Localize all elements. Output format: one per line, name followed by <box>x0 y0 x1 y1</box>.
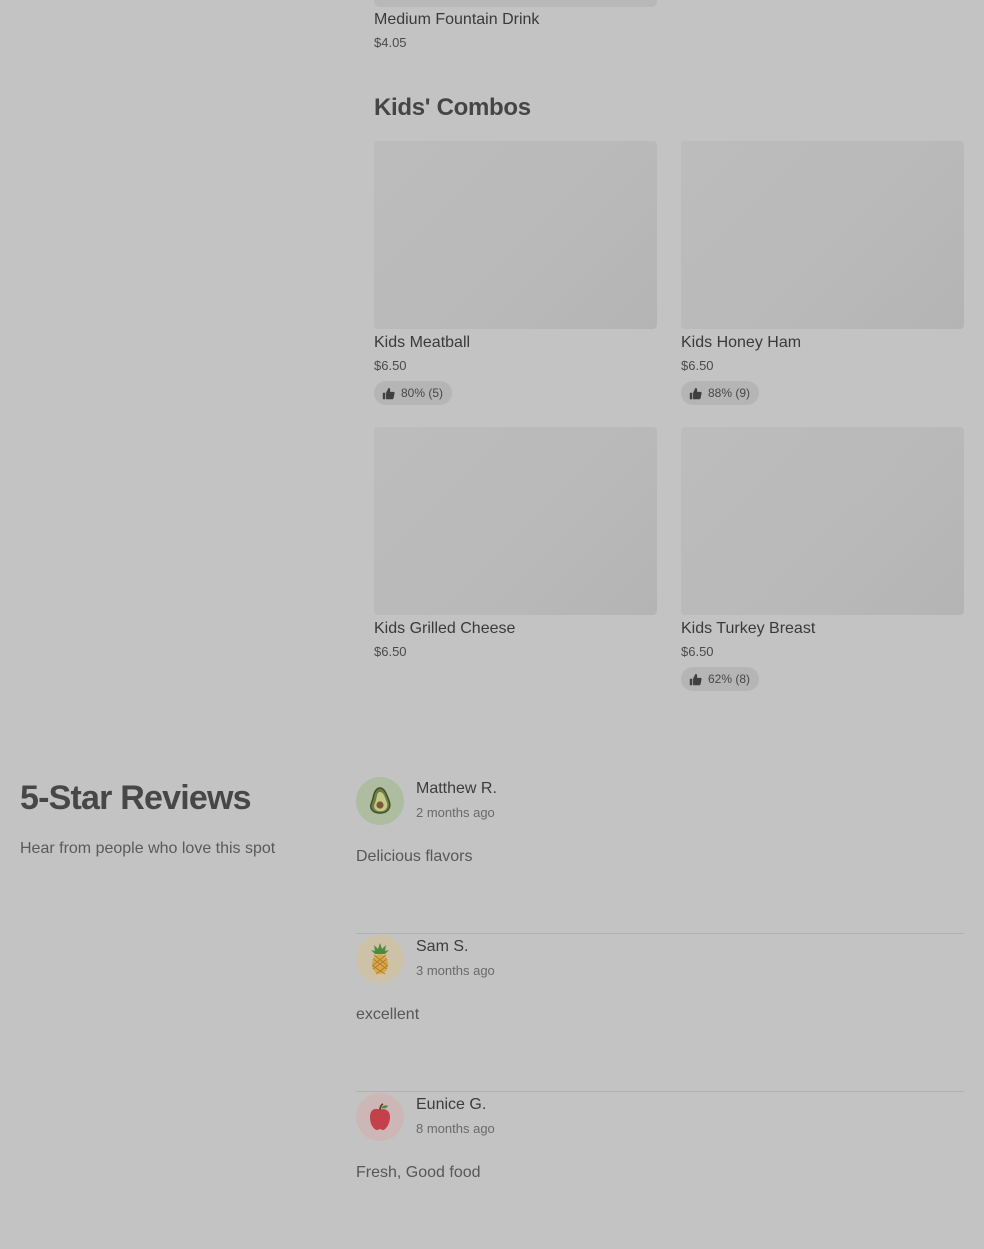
menu-item-price: $6.50 <box>681 358 714 373</box>
avatar <box>356 777 404 825</box>
apple-icon <box>370 1103 390 1130</box>
avatar <box>356 935 404 983</box>
thumbs-up-icon <box>689 673 702 685</box>
avatar <box>356 1093 404 1141</box>
menu-item-name: Kids Meatball <box>374 334 471 351</box>
menu-item-name: Kids Turkey Breast <box>681 620 816 637</box>
rating-text: 88% (9) <box>708 386 751 400</box>
avocado-icon <box>370 787 391 814</box>
review-date: 3 months ago <box>416 963 495 978</box>
item-image[interactable] <box>374 141 657 329</box>
reviews-subtitle: Hear from people who love this spot <box>20 840 276 857</box>
review-date: 2 months ago <box>416 805 495 820</box>
menu-item-name[interactable]: Medium Fountain Drink <box>374 10 539 30</box>
menu-grid: Kids Meatball $6.50 80% (5) Kids Honey H… <box>374 141 964 713</box>
menu-item-price: $4.05 <box>374 35 407 50</box>
reviewer-name: Matthew R. <box>416 780 497 797</box>
item-image[interactable] <box>374 427 657 615</box>
review-text: Delicious flavors <box>356 848 473 865</box>
reviews-list: Matthew R. 2 months ago Delicious flavor… <box>356 776 964 1249</box>
menu-item-card[interactable]: Kids Meatball $6.50 80% (5) <box>374 141 657 427</box>
rating-text: 62% (8) <box>708 672 751 686</box>
item-image[interactable] <box>374 0 657 7</box>
review-item: Matthew R. 2 months ago Delicious flavor… <box>356 776 964 934</box>
review-text: excellent <box>356 1006 420 1023</box>
menu-item-name: Kids Grilled Cheese <box>374 620 516 637</box>
rating-badge: 88% (9) <box>681 381 760 405</box>
reviews-header: 5-Star Reviews Hear from people who love… <box>20 778 330 858</box>
review-item: Sam S. 3 months ago excellent <box>356 934 964 1092</box>
rating-badge: 80% (5) <box>374 381 453 405</box>
review-date: 8 months ago <box>416 1121 495 1136</box>
thumbs-up-icon <box>382 387 395 399</box>
item-image[interactable] <box>681 141 964 329</box>
menu-item-price: $6.50 <box>681 644 714 659</box>
reviewer-name: Eunice G. <box>416 1096 487 1113</box>
reviewer-name: Sam S. <box>416 938 469 955</box>
menu-item-card[interactable]: Kids Honey Ham $6.50 88% (9) <box>681 141 964 427</box>
section-title: Kids' Combos <box>374 94 531 121</box>
menu-item-price: $6.50 <box>374 358 407 373</box>
menu-item-price: $6.50 <box>374 644 407 659</box>
item-image[interactable] <box>681 427 964 615</box>
rating-text: 80% (5) <box>401 386 444 400</box>
thumbs-up-icon <box>689 387 702 399</box>
review-text: Fresh, Good food <box>356 1164 481 1181</box>
review-item: Eunice G. 8 months ago Fresh, Good food <box>356 1092 964 1249</box>
menu-item-card[interactable]: Kids Turkey Breast $6.50 62% (8) <box>681 427 964 713</box>
rating-badge: 62% (8) <box>681 667 760 691</box>
pineapple-icon <box>371 943 389 975</box>
menu-item-name: Kids Honey Ham <box>681 334 802 351</box>
reviews-title: 5-Star Reviews <box>20 779 252 817</box>
menu-item-card[interactable]: Kids Grilled Cheese $6.50 <box>374 427 657 713</box>
